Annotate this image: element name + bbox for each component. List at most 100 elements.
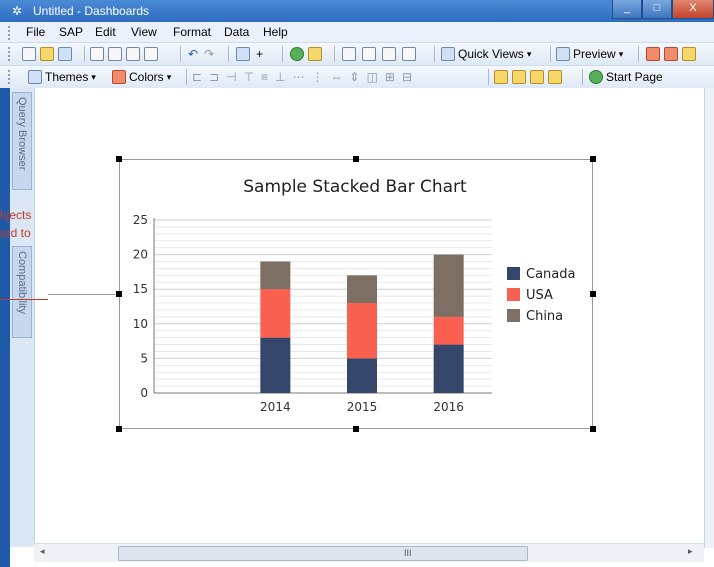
undo-tools: ↶ ↷ (188, 46, 214, 62)
align-top-icon[interactable]: ⊤ (244, 70, 254, 84)
chart-component[interactable]: Sample Stacked Bar Chart 0 5 10 15 20 25 2014… (119, 159, 593, 429)
compatibility-tab[interactable]: Compatibility (12, 246, 32, 338)
redo-icon[interactable]: ↷ (204, 47, 214, 61)
open-icon[interactable] (40, 47, 54, 61)
scroll-right-icon[interactable]: ▸ (688, 546, 693, 557)
resize-handle-nw[interactable] (116, 156, 122, 162)
y-tick-label: 0 (140, 386, 148, 400)
align-left-icon[interactable]: ⊏ (192, 70, 202, 84)
toolbar-separator (186, 69, 187, 85)
annotation-arrow-line (0, 299, 48, 300)
start-page-icon (589, 70, 603, 84)
menu-view[interactable]: View (131, 25, 157, 39)
ungroup-icon[interactable] (362, 47, 376, 61)
same-width-icon[interactable]: ⇔ (331, 70, 343, 84)
send-backward-icon[interactable] (512, 70, 526, 84)
group-icon[interactable] (342, 47, 356, 61)
scrollbar-thumb[interactable]: III (118, 546, 528, 561)
annotation-line2: ard to (0, 226, 31, 240)
resize-handle-sw[interactable] (116, 426, 122, 432)
preview-label: Preview (573, 47, 616, 61)
distribute-vertical-icon[interactable]: ⋮ (312, 70, 324, 84)
lock-icon[interactable] (382, 47, 396, 61)
export-flash-icon[interactable] (646, 47, 660, 61)
select-pointer-icon[interactable] (236, 47, 250, 61)
query-browser-tab[interactable]: Query Browser (12, 92, 32, 190)
legend-label-usa: USA (526, 288, 553, 303)
space-icon[interactable]: ⊟ (402, 70, 412, 84)
copy-icon[interactable] (126, 47, 140, 61)
minimize-button[interactable]: _ (612, 0, 642, 19)
new-icon[interactable] (22, 47, 36, 61)
resize-handle-n[interactable] (353, 156, 359, 162)
bars: 2014 2015 2016 (260, 254, 464, 414)
menu-edit[interactable]: Edit (95, 25, 116, 39)
align-middle-icon[interactable]: ≡ (261, 70, 268, 84)
bring-forward-icon[interactable] (494, 70, 508, 84)
resize-handle-w[interactable] (116, 291, 122, 297)
scrollbar-grip: III (404, 548, 412, 558)
start-page-button[interactable]: Start Page (589, 69, 663, 85)
window-controls: _ □ X (612, 0, 714, 20)
colors-button[interactable]: Colors ▾ (112, 69, 171, 85)
resize-handle-se[interactable] (590, 426, 596, 432)
menu-sap[interactable]: SAP (59, 25, 83, 39)
chart-title: Sample Stacked Bar Chart (243, 177, 467, 197)
annotation-callout: bjects ard to (0, 206, 31, 242)
left-gutter (0, 88, 10, 567)
preview-button[interactable]: Preview ▾ (556, 46, 623, 62)
undo-icon[interactable]: ↶ (188, 47, 198, 61)
menu-format[interactable]: Format (173, 25, 211, 39)
toolbar-separator (550, 46, 551, 62)
same-height-icon[interactable]: ⇕ (350, 70, 360, 84)
align-bottom-icon[interactable]: ⊥ (275, 70, 285, 84)
crosshair-icon[interactable]: + (256, 47, 263, 61)
menu-data[interactable]: Data (224, 25, 249, 39)
menu-file[interactable]: File (26, 25, 45, 39)
data-manager-icon[interactable] (308, 47, 322, 61)
file-tools (22, 46, 72, 62)
save-icon[interactable] (58, 47, 72, 61)
bring-to-front-icon[interactable] (530, 70, 544, 84)
same-size-icon[interactable]: ◫ (367, 70, 378, 84)
y-tick-label: 10 (133, 317, 148, 331)
align-right-icon[interactable]: ⊣ (226, 70, 236, 84)
bar-segment-china-2015 (347, 275, 377, 304)
toolbar-separator (84, 46, 85, 62)
paste-icon[interactable] (144, 47, 158, 61)
legend-swatch-china (507, 309, 520, 322)
y-tick-label: 25 (133, 213, 148, 227)
quick-views-button[interactable]: Quick Views ▾ (441, 46, 531, 62)
print-icon[interactable] (90, 47, 104, 61)
maximize-button[interactable]: □ (642, 0, 672, 19)
resize-handle-e[interactable] (590, 291, 596, 297)
distribute-horizontal-icon[interactable]: ⋯ (293, 70, 305, 84)
colors-label: Colors (129, 70, 164, 84)
themes-label: Themes (45, 70, 89, 84)
bar-segment-usa-2015 (347, 303, 377, 359)
standard-toolbar: ↶ ↷ + Quick Views ▾ Preview ▾ (0, 43, 714, 66)
send-to-back-icon[interactable] (548, 70, 562, 84)
menu-grip (8, 26, 13, 40)
toolbar-separator (282, 46, 283, 62)
query-browser-label: Query Browser (16, 97, 28, 171)
toolbar-separator (582, 69, 583, 85)
align-center-icon[interactable]: ⊐ (209, 70, 219, 84)
resize-handle-ne[interactable] (590, 156, 596, 162)
close-button[interactable]: X (672, 0, 714, 19)
publish-icon[interactable] (664, 47, 678, 61)
hide-icon[interactable] (402, 47, 416, 61)
export-icon[interactable] (290, 47, 304, 61)
scroll-left-icon[interactable]: ◂ (40, 546, 45, 557)
horizontal-scrollbar[interactable]: ◂ III ▸ (34, 543, 704, 562)
bar-segment-usa-2014 (260, 289, 291, 338)
vertical-scrollbar[interactable] (704, 88, 714, 548)
resize-handle-s[interactable] (353, 426, 359, 432)
publish-tools (646, 46, 696, 62)
themes-button[interactable]: Themes ▾ (28, 69, 96, 85)
menu-help[interactable]: Help (263, 25, 288, 39)
cut-icon[interactable] (108, 47, 122, 61)
publish-sap-icon[interactable] (682, 47, 696, 61)
window-title: Untitled - Dashboards (33, 4, 150, 18)
center-icon[interactable]: ⊞ (385, 70, 395, 84)
